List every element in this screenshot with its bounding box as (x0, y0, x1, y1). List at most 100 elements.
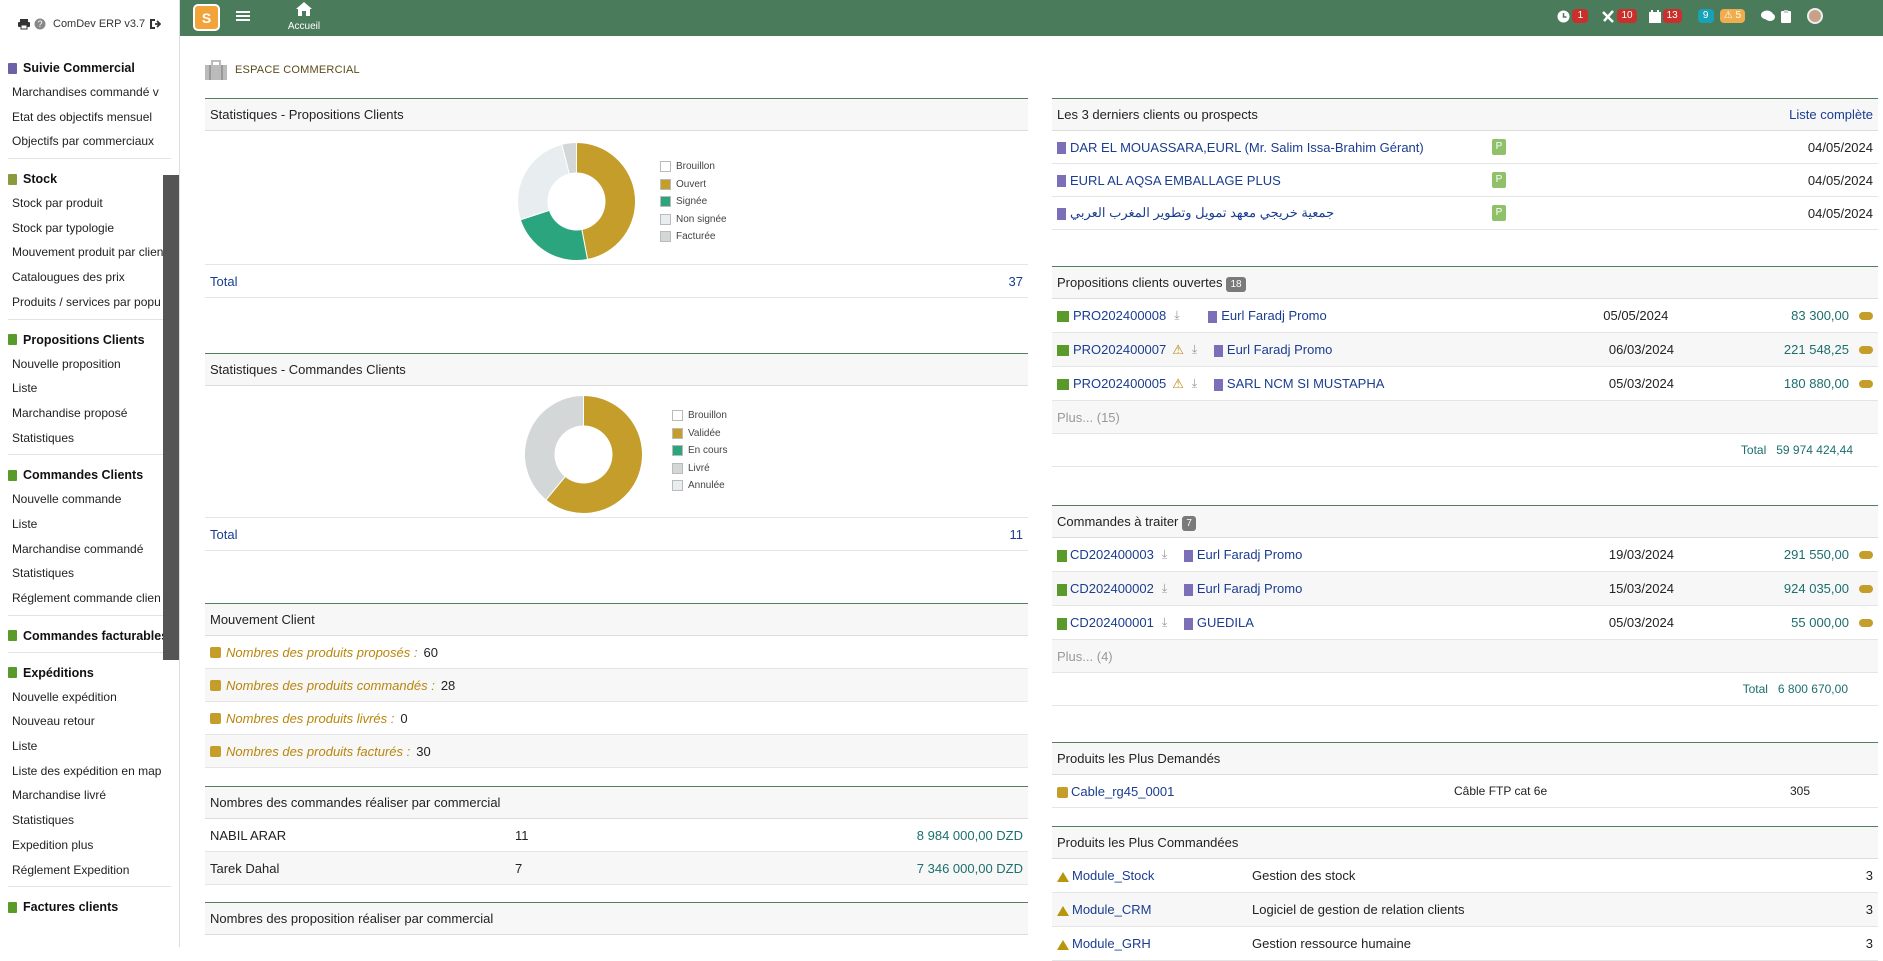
client-link[interactable]: جمعية خريجي معهد تمويل وتطوير المغرب الع… (1057, 205, 1492, 221)
commande-row: CD202400003 ⤓ Eurl Faradj Promo 19/03/2024 2… (1052, 538, 1878, 572)
agenda-notif[interactable]: 1 (1557, 9, 1589, 23)
app-title: ComDev ERP v3.7 (53, 18, 146, 30)
commande-client-link[interactable]: Eurl Faradj Promo (1183, 547, 1609, 562)
calendar-notif[interactable]: 13 (1648, 9, 1682, 23)
home-link[interactable]: Accueil (284, 2, 324, 32)
menu-group: Propositions Clients Nouvelle proposition… (0, 328, 179, 456)
commande-link[interactable]: CD202400002 (1057, 581, 1154, 596)
download-icon[interactable]: ⤓ (1162, 615, 1176, 630)
menu-item[interactable]: Nouvelle commande (0, 487, 179, 512)
home-icon (296, 2, 312, 16)
menu-item[interactable]: Marchandise proposé (0, 401, 179, 426)
menu-item[interactable]: Marchandise livré (0, 783, 179, 808)
proposition-client-link[interactable]: Eurl Faradj Promo (1208, 308, 1603, 323)
download-icon[interactable]: ⤓ (1174, 308, 1188, 323)
menu-item[interactable]: Catalougues des prix (0, 265, 179, 290)
legend-label: Signée (676, 196, 708, 208)
clock-badge: 1 (1572, 9, 1589, 23)
download-icon[interactable]: ⤓ (1162, 547, 1176, 562)
menu-item[interactable]: Statistiques (0, 561, 179, 586)
download-icon[interactable]: ⤓ (1162, 581, 1176, 596)
logout-icon[interactable] (149, 18, 162, 30)
legend-label: En cours (688, 445, 728, 457)
app-logo[interactable]: S (193, 4, 220, 31)
menu-group-header[interactable]: Suivie Commercial (0, 56, 179, 80)
commande-client-link[interactable]: Eurl Faradj Promo (1183, 581, 1609, 596)
menu-item[interactable]: Produits / services par popu (0, 290, 179, 315)
client-link[interactable]: EURL AL AQSA EMBALLAGE PLUS (1057, 173, 1492, 188)
print-icon[interactable] (18, 18, 30, 30)
menu-group-header[interactable]: Expéditions (0, 661, 179, 685)
menu-item[interactable]: Liste des expédition en map (0, 759, 179, 784)
menu-item[interactable]: Marchandises commandé v (0, 80, 179, 105)
tools-notif[interactable]: 10 (1602, 9, 1637, 23)
menu-group: Commandes facturables (0, 624, 179, 653)
commande-client-link[interactable]: GUEDILA (1183, 615, 1609, 630)
client-link[interactable]: DAR EL MOUASSARA,EURL (Mr. Salim Issa-Br… (1057, 140, 1492, 155)
menu-toggle-icon[interactable] (236, 9, 250, 26)
proposition-link[interactable]: PRO202400005 (1057, 376, 1166, 391)
menu-item[interactable]: Etat des objectifs mensuel (0, 105, 179, 130)
warning-notif[interactable]: ⚠ 5 (1719, 9, 1745, 23)
propositions-donut-chart (517, 141, 636, 261)
menu-item[interactable]: Réglement commande clien (0, 586, 179, 611)
legend-swatch (672, 480, 683, 492)
menu-item[interactable]: Liste (0, 734, 179, 759)
proposition-client-link[interactable]: Eurl Faradj Promo (1213, 342, 1609, 357)
sidebar-scrollbar[interactable] (163, 175, 179, 660)
help-icon[interactable]: ? (34, 18, 46, 30)
cube-icon (1057, 786, 1068, 798)
user-avatar[interactable] (1807, 8, 1823, 24)
legend-item: Annulée (672, 477, 727, 495)
menu-item[interactable]: Marchandise commandé (0, 537, 179, 562)
mouvement-value: 0 (400, 710, 408, 726)
menu-item[interactable]: Nouveau retour (0, 709, 179, 734)
module-link[interactable]: Module_GRH (1057, 936, 1252, 951)
menu-item[interactable]: Stock par typologie (0, 216, 179, 241)
proposition-ref: PRO202400007 (1073, 342, 1167, 357)
propositions-more-row[interactable]: Plus... (15) (1052, 401, 1878, 434)
liste-complete-link[interactable]: Liste complète (1789, 98, 1873, 131)
menu-item[interactable]: Objectifs par commerciaux (0, 129, 179, 154)
commande-link[interactable]: CD202400003 (1057, 547, 1154, 562)
menu-item[interactable]: Nouvelle expédition (0, 685, 179, 710)
menu-item[interactable]: Expedition plus (0, 833, 179, 858)
download-icon[interactable]: ⤓ (1192, 342, 1206, 357)
menu-item[interactable]: Statistiques (0, 808, 179, 833)
menu-item[interactable]: Liste (0, 376, 179, 401)
commande-link[interactable]: CD202400001 (1057, 615, 1154, 630)
menu-group-header[interactable]: Commandes facturables (0, 624, 179, 648)
chat-icon[interactable] (1761, 10, 1775, 22)
commandes-traiter-total-label: Total (1742, 682, 1768, 696)
menu-group-header[interactable]: Propositions Clients (0, 328, 179, 352)
commandes-par-commercial-title: Nombres des commandes réaliser par comme… (210, 795, 501, 810)
propositions-more-link[interactable]: Plus... (15) (1057, 410, 1120, 425)
menu-group-header[interactable]: Commandes Clients (0, 463, 179, 487)
menu-group-header[interactable]: Factures clients (0, 895, 179, 919)
proposition-link[interactable]: PRO202400007 (1057, 342, 1166, 357)
info-notif[interactable]: 9 (1697, 9, 1714, 23)
menu-item[interactable]: Mouvement produit par clien (0, 240, 179, 265)
module-link[interactable]: Module_CRM (1057, 902, 1252, 917)
proposition-link[interactable]: PRO202400008 (1057, 308, 1166, 323)
proposition-client-link[interactable]: SARL NCM SI MUSTAPHA (1213, 376, 1609, 391)
menu-group-header[interactable]: Stock (0, 167, 179, 191)
clipboard-icon[interactable] (1781, 9, 1791, 23)
legend-swatch (672, 462, 683, 474)
proposition-row: PRO202400008 ⤓ Eurl Faradj Promo 05/05/2024… (1052, 299, 1878, 333)
mouvement-value: 28 (440, 677, 456, 693)
module-link[interactable]: Module_Stock (1057, 868, 1252, 883)
download-icon[interactable]: ⤓ (1192, 376, 1206, 391)
menu-item[interactable]: Liste (0, 512, 179, 537)
produit-link[interactable]: Cable_rg45_0001 (1057, 784, 1454, 799)
menu-group-icon (8, 901, 17, 913)
module-ref: Module_GRH (1072, 936, 1151, 951)
module-label: Gestion ressource humaine (1252, 936, 1411, 951)
menu-item[interactable]: Stock par produit (0, 191, 179, 216)
menu-item[interactable]: Réglement Expedition (0, 858, 179, 883)
menu-item[interactable]: Statistiques (0, 426, 179, 451)
commandes-more-row[interactable]: Plus... (4) (1052, 640, 1878, 673)
menu-item[interactable]: Nouvelle proposition (0, 352, 179, 377)
cube-icon (210, 712, 221, 724)
commandes-more-link[interactable]: Plus... (4) (1057, 649, 1113, 664)
